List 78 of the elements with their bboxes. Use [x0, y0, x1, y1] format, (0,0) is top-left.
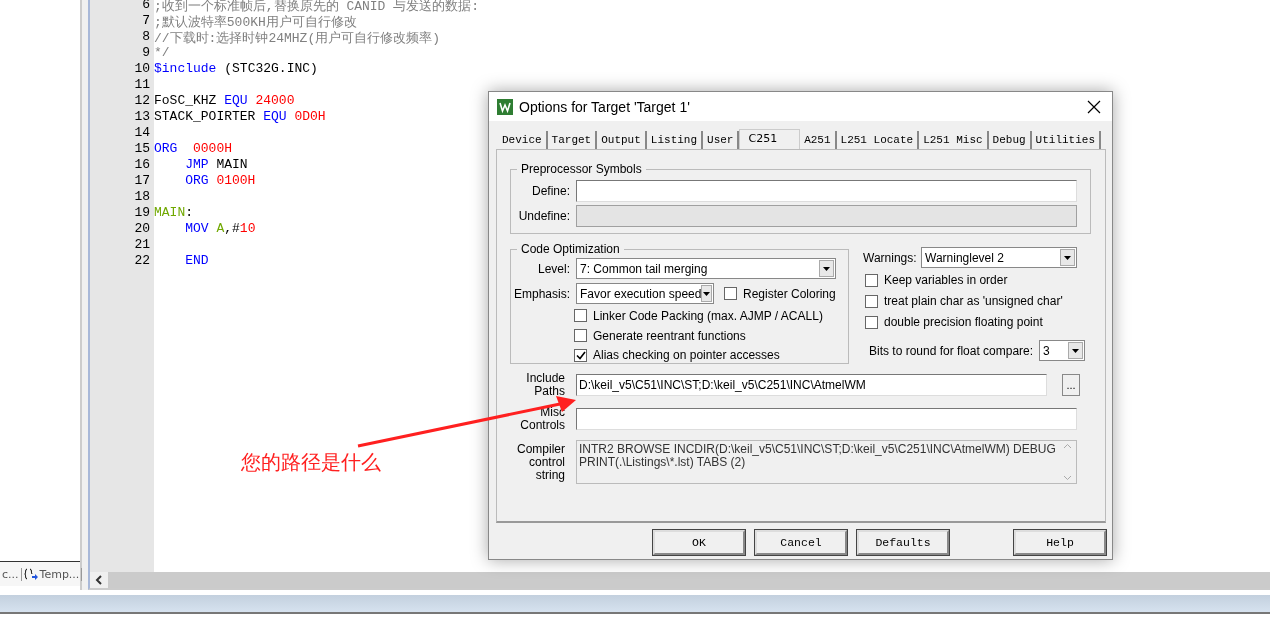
- dropdown-arrow-icon[interactable]: [1071, 347, 1080, 354]
- input-field[interactable]: D:\keil_v5\C51\INC\ST;D:\keil_v5\C251\INC\AtmelWM: [576, 374, 1047, 396]
- checkbox[interactable]: [574, 329, 587, 342]
- checkbox-label: treat plain char as 'unsigned char': [884, 294, 1063, 308]
- code-line: $include (STC32G.INC): [154, 61, 319, 77]
- dropdown-arrow-icon[interactable]: [1063, 254, 1072, 261]
- code-line: FoSC_KHZ EQU 24000: [154, 93, 296, 109]
- line-number: 6: [142, 0, 150, 13]
- code-line: ORG 0100H: [184, 173, 257, 189]
- checkbox-label: Register Coloring: [743, 286, 836, 301]
- checkbox[interactable]: [574, 348, 587, 362]
- tab[interactable]: C251: [739, 129, 801, 149]
- line-number: 7: [142, 13, 150, 29]
- checkbox-label: Linker Code Packing (max. AJMP / ACALL): [593, 308, 823, 323]
- dropdown[interactable]: Favor execution speed: [576, 283, 714, 304]
- group-title: Code Optimization: [520, 242, 621, 256]
- dialog-button[interactable]: OK: [653, 530, 745, 555]
- field-label: Define:: [530, 184, 570, 198]
- line-number: 8: [142, 29, 150, 45]
- dropdown[interactable]: 7: Common tail merging: [576, 258, 836, 279]
- line-number: 22: [134, 253, 150, 269]
- line-number: 13: [134, 109, 150, 125]
- checkbox[interactable]: [724, 287, 737, 300]
- checkbox-label: Generate reentrant functions: [593, 328, 746, 343]
- code-line: ;收到一个标准帧后,替换原先的 CANID 与发送的数据:: [154, 0, 479, 13]
- field-label: Level:: [536, 261, 570, 276]
- line-number: 12: [134, 93, 150, 109]
- code-line: ;默认波特率500KH用户可自行修改: [154, 14, 358, 29]
- field-label: Warnings:: [863, 250, 915, 265]
- checkbox-label: Keep variables in order: [884, 273, 1008, 287]
- checkbox[interactable]: [574, 309, 587, 323]
- group-title: Preprocessor Symbols: [520, 162, 643, 176]
- dialog-button[interactable]: Help: [1014, 530, 1106, 555]
- line-number: 15: [134, 141, 150, 157]
- code-line: JMP MAIN: [184, 157, 249, 173]
- dialog-button[interactable]: Cancel: [755, 530, 847, 555]
- window-title: Options for Target 'Target 1': [519, 98, 691, 115]
- scroll-left-icon[interactable]: [90, 572, 108, 588]
- code-line: //下载时:选择时钟24MHZ(用户可自行修改频率): [154, 30, 441, 45]
- field-label: Compiler control string: [516, 442, 565, 482]
- line-number: 20: [134, 221, 150, 237]
- dialog-button[interactable]: Defaults: [857, 530, 949, 555]
- code-line: MAIN:: [154, 205, 195, 221]
- checkbox[interactable]: [865, 294, 878, 308]
- field-label: Emphasis:: [512, 286, 570, 301]
- dropdown[interactable]: 3: [1039, 340, 1085, 361]
- line-number: 11: [134, 77, 150, 93]
- code-line: MOV A,#10: [184, 221, 257, 237]
- input-field[interactable]: [576, 408, 1077, 430]
- horizontal-scrollbar[interactable]: [90, 572, 1270, 588]
- app-icon: [497, 98, 513, 115]
- line-number: 19: [134, 205, 150, 221]
- code-line: STACK_POIRTER EQU 0D0H: [154, 109, 327, 125]
- annotation-text: 您的路径是什么: [241, 449, 381, 476]
- line-number: 21: [134, 237, 150, 253]
- field-label: Bits to round for float compare:: [869, 343, 1034, 358]
- checkbox-label: double precision floating point: [884, 315, 1043, 329]
- input-field[interactable]: [576, 180, 1077, 202]
- code-line: END: [184, 253, 210, 269]
- line-number: 18: [134, 189, 150, 205]
- line-number: 16: [134, 157, 150, 173]
- dropdown[interactable]: Warninglevel 2: [921, 247, 1077, 268]
- field-label: Undefine:: [517, 209, 570, 223]
- line-number: 10: [134, 61, 150, 77]
- code-line: */: [154, 45, 171, 61]
- code-line: ORG 0000H: [154, 141, 233, 157]
- braces-icon: [23, 568, 38, 580]
- dropdown-arrow-icon[interactable]: [822, 265, 831, 272]
- dropdown-arrow-icon[interactable]: [702, 290, 712, 297]
- checkbox[interactable]: [865, 273, 878, 287]
- panel-tab[interactable]: c...: [0, 567, 22, 581]
- checkbox-label: Alias checking on pointer accesses: [593, 348, 780, 363]
- line-number: 9: [142, 45, 150, 61]
- line-number: 17: [134, 173, 150, 189]
- browse-button[interactable]: ...: [1062, 374, 1080, 396]
- checkbox[interactable]: [865, 315, 878, 329]
- field-label: Include Paths: [525, 372, 565, 398]
- line-number: 14: [134, 125, 150, 141]
